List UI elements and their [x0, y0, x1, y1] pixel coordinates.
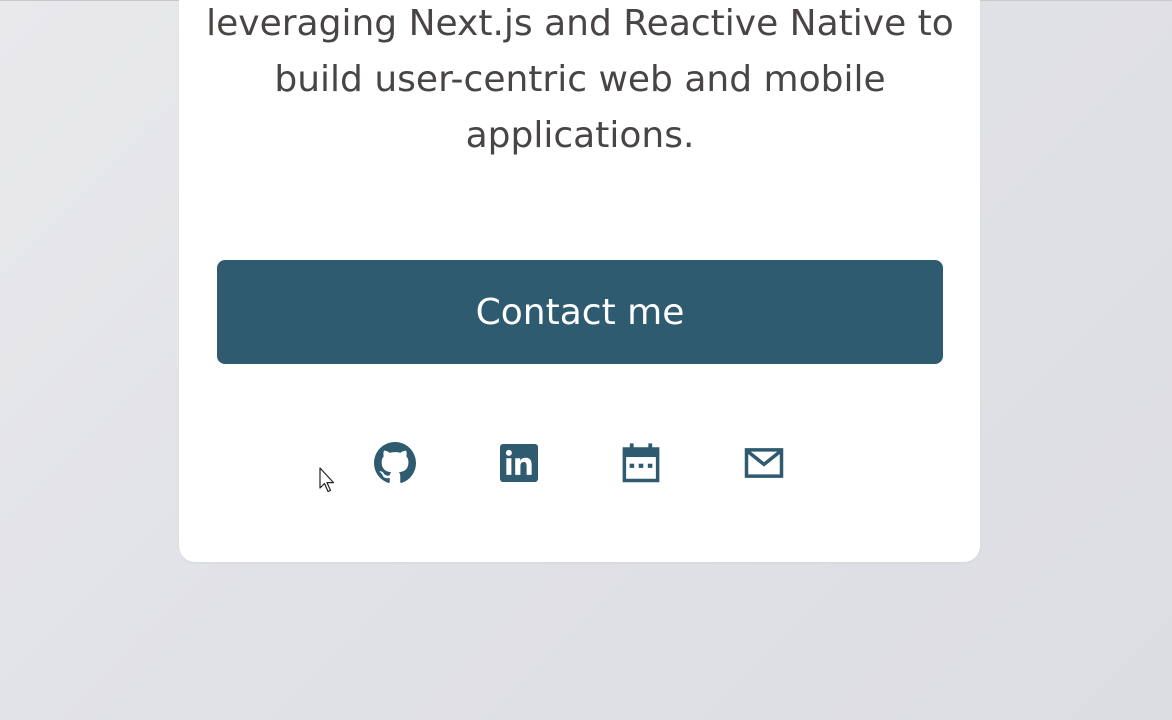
github-icon — [374, 442, 416, 483]
email-link[interactable] — [742, 441, 786, 485]
github-link[interactable] — [373, 441, 417, 485]
calendar-icon — [622, 443, 660, 483]
contact-me-button[interactable]: Contact me — [217, 260, 943, 364]
linkedin-link[interactable] — [497, 441, 541, 485]
calendar-link[interactable] — [619, 441, 663, 485]
intro-text: leveraging Next.js and Reactive Native t… — [206, 3, 954, 156]
linkedin-icon — [500, 444, 538, 482]
mail-icon — [744, 448, 784, 478]
